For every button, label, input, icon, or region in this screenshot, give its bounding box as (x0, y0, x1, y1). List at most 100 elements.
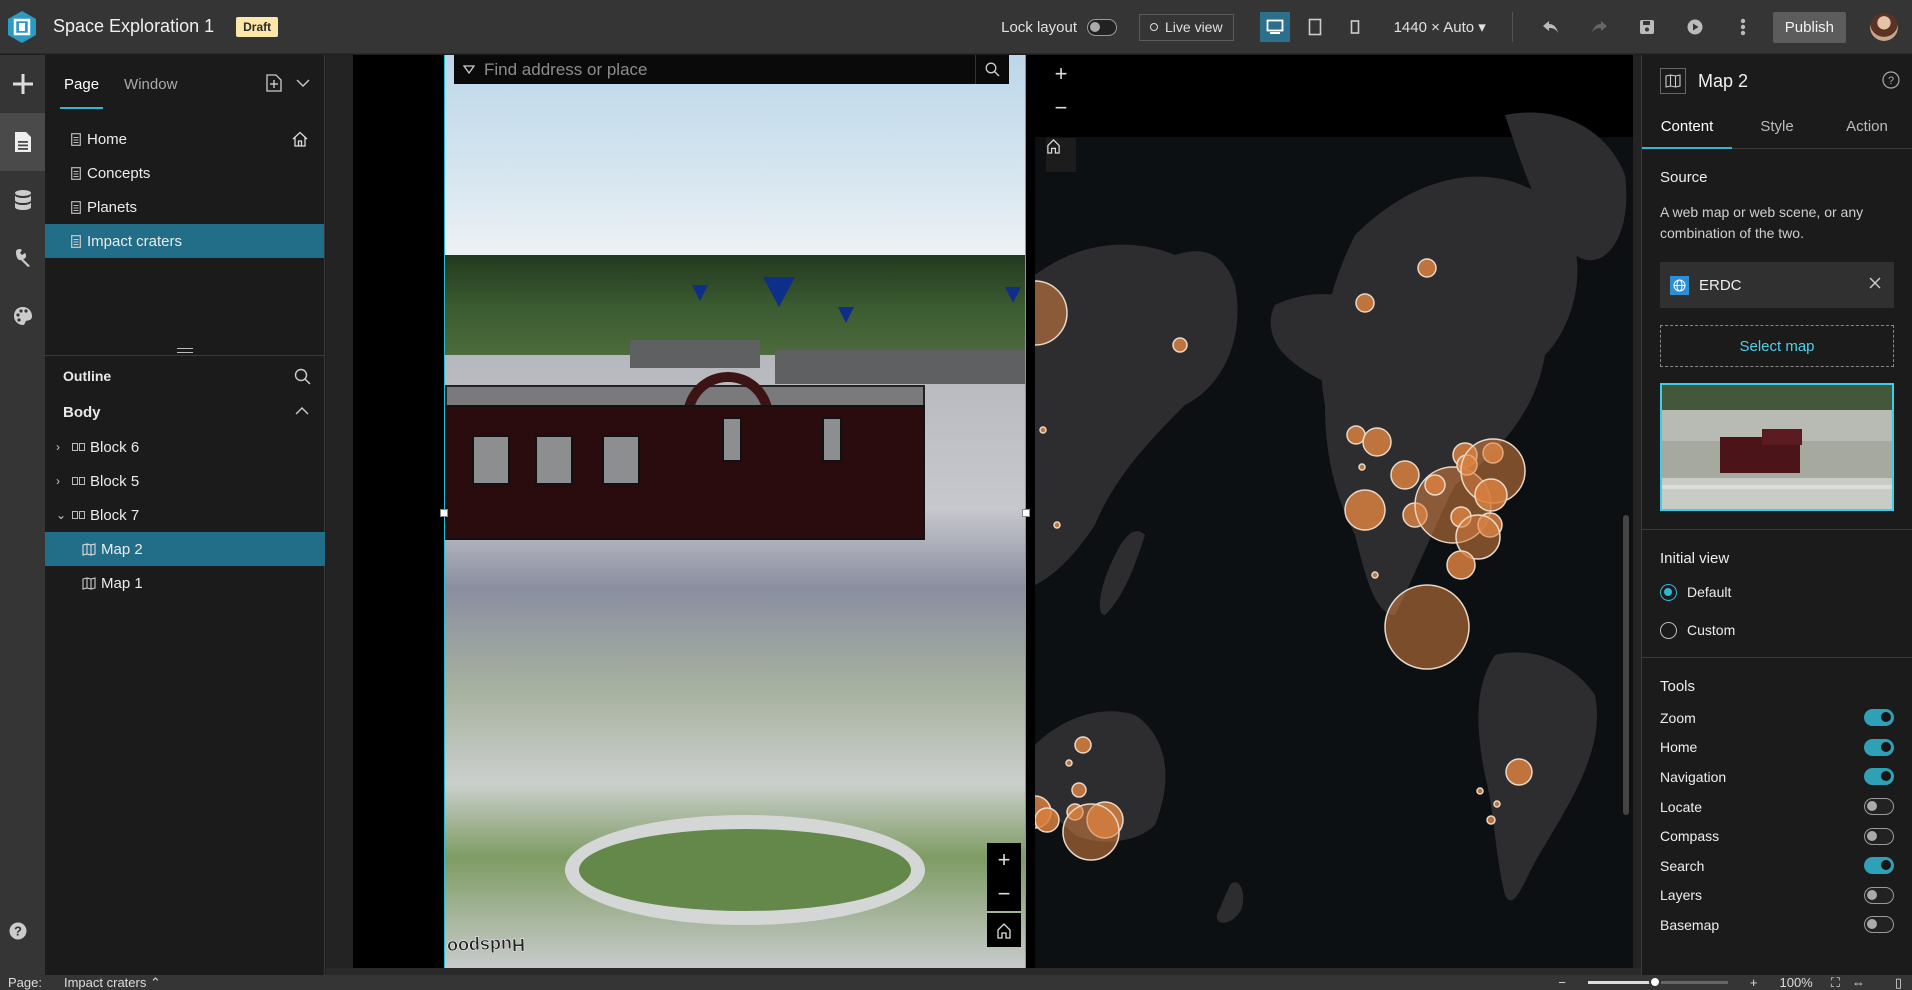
zoom-slider-knob[interactable] (1649, 976, 1662, 988)
crater-marker[interactable] (1071, 782, 1087, 798)
search-source-dropdown[interactable] (454, 65, 484, 74)
map-2-webmap[interactable]: + − (1035, 55, 1633, 968)
panel-resize-handle[interactable] (45, 348, 325, 356)
tab-page[interactable]: Page (59, 68, 104, 109)
page-status-dropdown[interactable]: Impact craters ⌃ (64, 975, 161, 990)
resize-handle-left[interactable] (440, 509, 448, 517)
radio-custom[interactable] (1660, 621, 1677, 639)
redo-button[interactable] (1579, 7, 1619, 47)
zoom-slider[interactable] (1587, 976, 1728, 988)
tool-toggle-layers[interactable] (1864, 886, 1894, 904)
chevron-up-icon[interactable] (295, 406, 309, 415)
preview-button[interactable] (1675, 7, 1715, 47)
chevron-down-icon[interactable] (296, 78, 310, 88)
tab-style[interactable]: Style (1732, 107, 1822, 148)
tool-toggle-zoom[interactable] (1864, 709, 1894, 727)
page-item-concepts[interactable]: Concepts (45, 156, 324, 190)
tool-toggle-home[interactable] (1864, 738, 1894, 756)
search-submit-button[interactable] (975, 55, 1009, 84)
chevron-right-icon[interactable]: › (56, 474, 70, 488)
crater-marker[interactable] (1486, 815, 1496, 825)
tool-toggle-locate[interactable] (1864, 798, 1894, 816)
tree-item-block-6[interactable]: › Block 6 (45, 430, 325, 464)
tree-item-block-5[interactable]: › Block 5 (45, 464, 325, 498)
add-page-icon[interactable] (266, 74, 282, 92)
crater-marker[interactable] (1344, 489, 1386, 531)
home-button[interactable] (987, 913, 1021, 947)
crater-marker[interactable] (1065, 759, 1073, 767)
close-icon[interactable] (1868, 276, 1882, 290)
save-button[interactable] (1627, 7, 1667, 47)
theme-panel-button[interactable] (0, 287, 45, 345)
tool-toggle-navigation[interactable] (1864, 768, 1894, 786)
chevron-down-icon[interactable]: ⌄ (56, 508, 70, 522)
crater-marker[interactable] (1062, 803, 1120, 861)
crater-marker[interactable] (1384, 584, 1470, 670)
user-avatar[interactable] (1870, 13, 1898, 41)
live-view-button[interactable]: Live view (1139, 13, 1234, 41)
fit-width-icon[interactable]: ⛶ (1831, 975, 1840, 990)
crater-marker[interactable] (1362, 427, 1392, 457)
crater-marker[interactable] (1371, 571, 1379, 579)
zoom-out-button[interactable]: − (1046, 91, 1076, 125)
select-map-button[interactable]: Select map (1660, 325, 1894, 367)
chevron-right-icon[interactable]: › (56, 440, 70, 454)
crater-marker[interactable] (1172, 337, 1188, 353)
crater-marker[interactable] (1358, 463, 1366, 471)
panel-toggle-icon[interactable]: ▯ (1895, 975, 1902, 990)
add-widget-button[interactable] (0, 55, 45, 113)
fit-height-icon[interactable]: ⇔ (1852, 975, 1865, 990)
radio-default[interactable] (1660, 583, 1677, 601)
page-item-home[interactable]: Home (45, 122, 324, 156)
more-options-button[interactable] (1723, 7, 1763, 47)
app-logo-icon[interactable] (5, 10, 39, 44)
tool-toggle-compass[interactable] (1864, 827, 1894, 845)
crater-marker[interactable] (1446, 550, 1476, 580)
search-input[interactable] (484, 59, 975, 80)
page-item-impact-craters[interactable]: Impact craters (45, 224, 324, 258)
tree-item-map-2[interactable]: Map 2 (45, 532, 325, 566)
tablet-view-button[interactable] (1300, 12, 1330, 42)
crater-marker[interactable] (1074, 736, 1092, 754)
crater-marker[interactable] (1424, 474, 1446, 496)
tab-window[interactable]: Window (124, 68, 177, 101)
tree-item-block-7[interactable]: ⌄ Block 7 (45, 498, 325, 532)
crater-marker[interactable] (1053, 521, 1061, 529)
help-icon[interactable]: ? (1882, 71, 1900, 89)
crater-marker[interactable] (1476, 787, 1484, 795)
crater-marker[interactable] (1505, 758, 1533, 786)
phone-view-button[interactable] (1340, 12, 1370, 42)
tab-content[interactable]: Content (1642, 107, 1732, 149)
map-1-scene[interactable]: Hudspoo + − (444, 55, 1026, 968)
resolution-dropdown[interactable]: 1440 × Auto ▾ (1394, 18, 1486, 36)
body-header[interactable]: Body (45, 394, 325, 430)
zoom-out-icon[interactable]: − (1558, 975, 1566, 990)
crater-marker[interactable] (1390, 460, 1420, 490)
page-item-planets[interactable]: Planets (45, 190, 324, 224)
canvas-vertical-scrollbar[interactable] (1623, 515, 1629, 815)
zoom-in-button[interactable]: + (987, 843, 1021, 877)
data-panel-button[interactable] (0, 171, 45, 229)
tool-toggle-basemap[interactable] (1864, 916, 1894, 934)
crater-marker[interactable] (1493, 800, 1501, 808)
zoom-in-button[interactable]: + (1046, 57, 1076, 91)
selected-source-chip[interactable]: ERDC (1660, 262, 1894, 308)
tab-action[interactable]: Action (1822, 107, 1912, 148)
home-button[interactable] (1046, 138, 1076, 172)
crater-marker[interactable] (1039, 426, 1047, 434)
lock-layout-toggle[interactable] (1087, 18, 1117, 36)
crater-marker[interactable] (1035, 807, 1060, 833)
tree-item-map-1[interactable]: Map 1 (45, 566, 325, 600)
desktop-view-button[interactable] (1259, 12, 1290, 42)
canvas-horizontal-scrollbar[interactable] (326, 968, 1641, 990)
source-thumbnail[interactable] (1660, 383, 1894, 511)
app-title[interactable]: Space Exploration 1 (53, 16, 214, 37)
crater-marker[interactable] (1474, 478, 1508, 512)
tool-toggle-search[interactable] (1864, 857, 1894, 875)
initial-view-default[interactable]: Default (1660, 573, 1894, 611)
initial-view-custom[interactable]: Custom (1660, 611, 1894, 649)
zoom-out-button[interactable]: − (987, 877, 1021, 911)
page-panel-button[interactable] (0, 113, 45, 171)
help-button[interactable]: ? (9, 922, 27, 945)
undo-button[interactable] (1531, 7, 1571, 47)
